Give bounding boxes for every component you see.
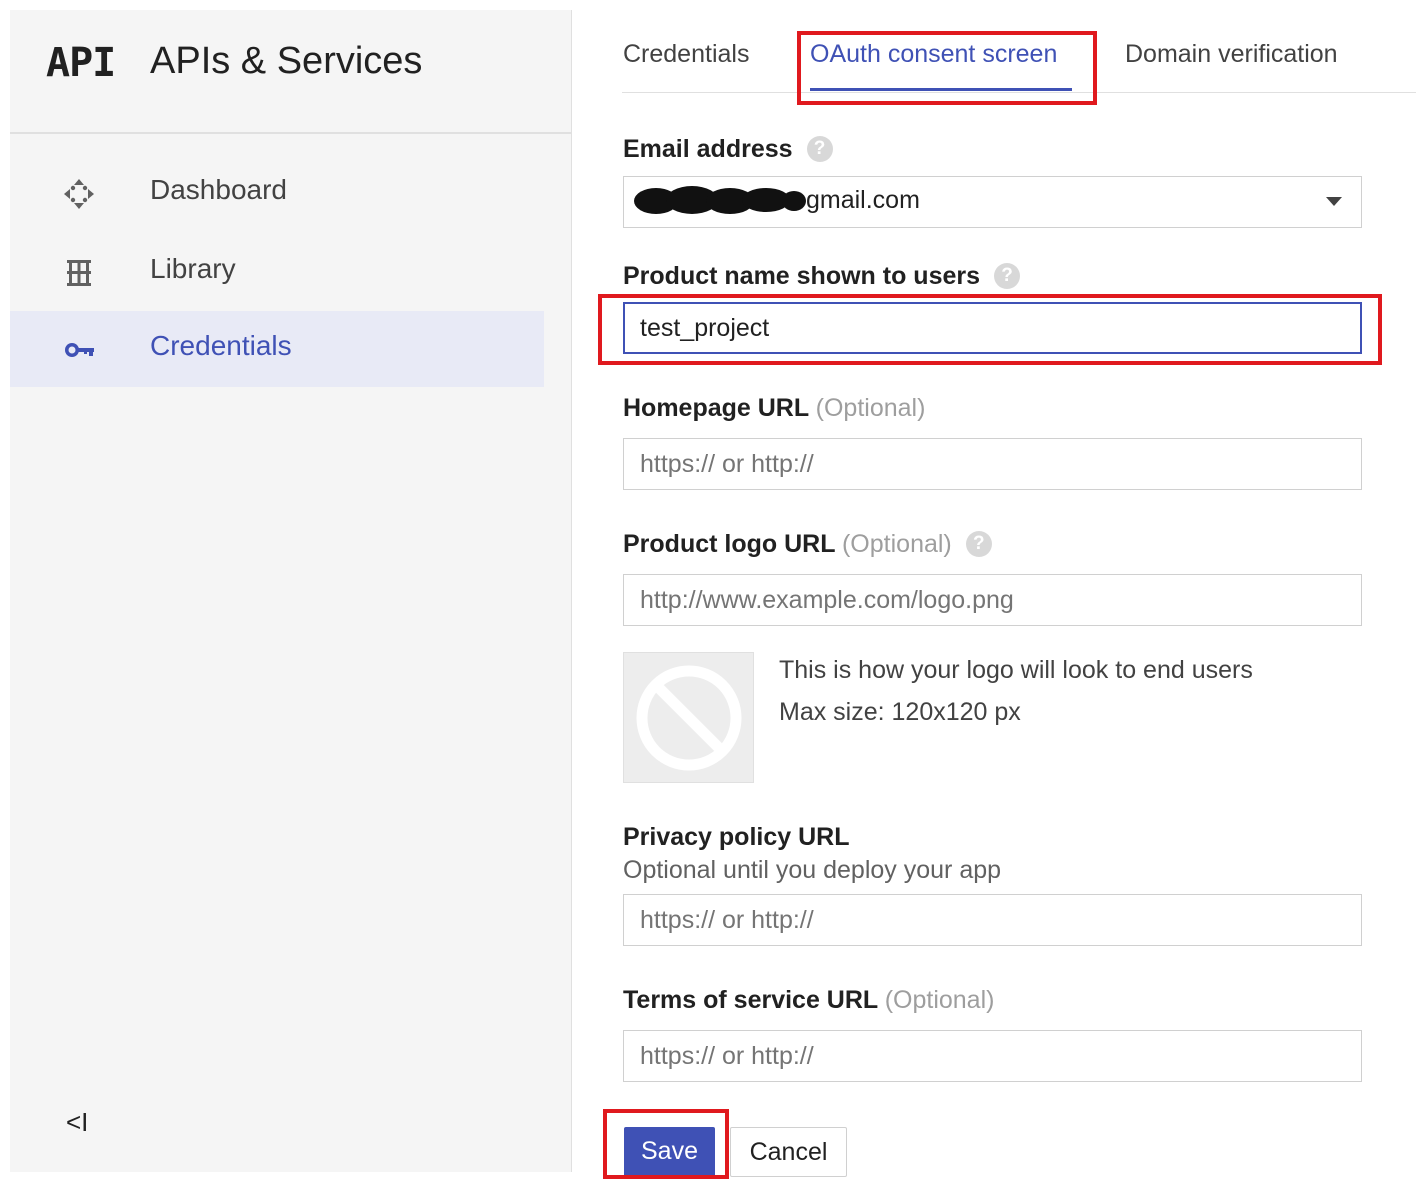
optional-hint: (Optional) [815, 394, 926, 422]
sidebar-item-label: Library [150, 253, 236, 284]
terms-label: Terms of service URL (Optional) [623, 986, 994, 1015]
sidebar-item-label: Credentials [150, 330, 292, 361]
no-image-icon [636, 665, 742, 771]
help-icon[interactable]: ? [806, 136, 833, 162]
email-label-text: Email address [623, 135, 793, 163]
help-icon[interactable]: ? [994, 263, 1021, 289]
product-name-label: Product name shown to users? [623, 262, 1021, 291]
logo-max-size-text: Max size: 120x120 px [779, 698, 1021, 726]
product-name-label-text: Product name shown to users [623, 262, 981, 290]
product-name-input[interactable] [623, 302, 1362, 354]
sidebar-header: API APIs & Services [10, 10, 571, 134]
privacy-url-input[interactable] [623, 894, 1362, 946]
email-value: gmail.com [806, 186, 920, 214]
library-icon [67, 260, 91, 286]
tab-domain-verification[interactable]: Domain verification [1125, 40, 1338, 69]
privacy-note: Optional until you deploy your app [623, 856, 1002, 884]
homepage-label-text: Homepage URL [623, 394, 809, 422]
logo-preview [623, 652, 754, 783]
cancel-button[interactable]: Cancel [730, 1127, 847, 1177]
tab-bar: Credentials OAuth consent screen Domain … [622, 0, 1416, 93]
homepage-url-input[interactable] [623, 438, 1362, 490]
logo-url-label-text: Product logo URL [623, 530, 836, 558]
tab-credentials[interactable]: Credentials [623, 40, 749, 69]
sidebar-item-library[interactable]: Library [10, 234, 544, 310]
dropdown-caret-icon[interactable] [1326, 197, 1342, 206]
save-button[interactable]: Save [624, 1127, 715, 1177]
product-title: APIs & Services [150, 40, 423, 82]
tab-oauth-consent-screen[interactable]: OAuth consent screen [810, 40, 1057, 69]
key-icon [65, 343, 94, 357]
collapse-sidebar-icon[interactable]: <I [66, 1107, 88, 1138]
optional-hint: (Optional) [841, 530, 952, 558]
terms-label-text: Terms of service URL [623, 986, 878, 1014]
logo-note-text: This is how your logo will look to end u… [779, 656, 1253, 684]
email-label: Email address? [623, 135, 833, 164]
redacted-email-scribble [634, 186, 806, 214]
sidebar: API APIs & Services Dashboard Library Cr… [10, 10, 572, 1172]
logo-url-input[interactable] [623, 574, 1362, 626]
dashboard-icon [64, 179, 94, 209]
sidebar-item-credentials[interactable]: Credentials [10, 311, 544, 387]
active-tab-indicator [810, 88, 1072, 91]
sidebar-item-dashboard[interactable]: Dashboard [10, 155, 544, 231]
sidebar-item-label: Dashboard [150, 174, 287, 205]
terms-url-input[interactable] [623, 1030, 1362, 1082]
help-icon[interactable]: ? [965, 531, 992, 557]
optional-hint: (Optional) [884, 986, 995, 1014]
privacy-label: Privacy policy URL [623, 823, 849, 852]
homepage-label: Homepage URL (Optional) [623, 394, 925, 423]
privacy-label-text: Privacy policy URL [623, 823, 850, 851]
api-logo: API [46, 40, 116, 86]
logo-url-label: Product logo URL (Optional)? [623, 530, 992, 559]
